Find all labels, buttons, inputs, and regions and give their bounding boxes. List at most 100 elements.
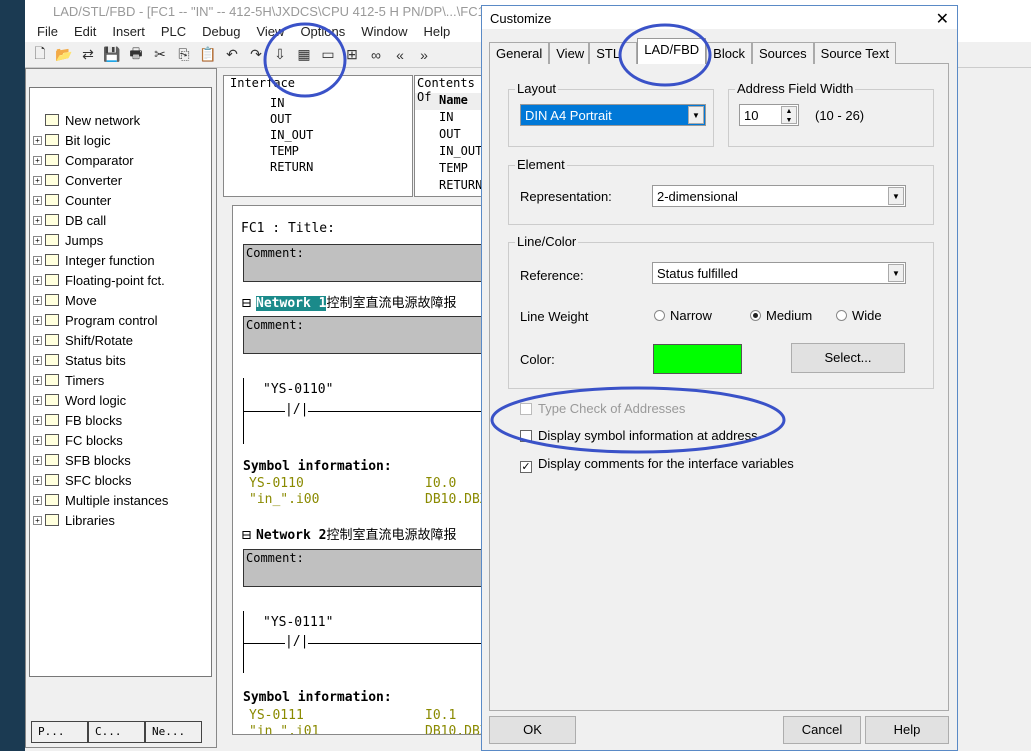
help-button[interactable]: Help [865,716,949,744]
display-comments-checkbox[interactable]: ✓ Display comments for the interface vari… [520,456,794,473]
tab-lad-fbd[interactable]: LAD/FBD [637,38,707,64]
tree-item[interactable]: + DB call [30,210,211,230]
contact-symbol[interactable]: "YS-0110" [263,382,333,397]
menu-edit[interactable]: Edit [66,22,104,42]
network-1-label[interactable]: Network 1 [256,296,327,311]
tab-source-text[interactable]: Source Text [813,42,897,64]
tab-call-structure[interactable]: C... [88,721,145,743]
tab-sources[interactable]: Sources [751,42,814,64]
tree-item[interactable]: New network [30,110,211,130]
paste-icon[interactable]: 📋 [199,46,217,63]
print-icon[interactable]: 🖶 [127,43,145,67]
tree-item[interactable]: + Program control [30,310,211,330]
tree-item[interactable]: + Multiple instances [30,490,211,510]
expand-icon[interactable]: + [33,235,42,245]
expand-icon[interactable]: + [33,175,42,185]
glasses-icon[interactable]: ∞ [367,47,385,63]
expand-icon[interactable]: + [33,195,42,205]
network-icon[interactable]: ⇄ [79,46,97,63]
interface-temp[interactable]: TEMP [230,144,412,160]
expand-icon[interactable]: + [33,255,42,265]
cut-icon[interactable]: ✂ [151,46,169,63]
collapse-icon[interactable]: ⊟ [241,296,256,311]
representation-dropdown[interactable]: 2-dimensional ▼ [652,185,906,207]
nc-contact-icon[interactable]: |/| [285,634,309,649]
tab-block[interactable]: Block [706,42,752,64]
menu-help[interactable]: Help [416,22,459,42]
chevron-down-icon[interactable]: ▼ [888,264,904,282]
layout-dropdown[interactable]: DIN A4 Portrait ▼ [520,104,706,126]
interface-out[interactable]: OUT [230,112,412,128]
interface-root[interactable]: Interface [230,76,412,92]
expand-icon[interactable]: + [33,335,42,345]
tree-item[interactable]: + Status bits [30,350,211,370]
tab-stl[interactable]: STL [589,42,638,64]
address-width-spinner[interactable]: 10 ▲ ▼ [739,104,799,126]
save-icon[interactable]: 💾 [103,46,121,63]
expand-icon[interactable]: + [33,375,42,385]
tab-program-elements[interactable]: P... [31,721,88,743]
menu-insert[interactable]: Insert [104,22,153,42]
chevron-down-icon[interactable]: ▼ [888,187,904,205]
code-editor[interactable]: FC1 : Title: Comment: ⊟ Network 1控制室直流电源… [232,205,492,735]
radio-wide[interactable]: Wide [836,308,882,323]
expand-icon[interactable]: + [33,495,42,505]
radio-medium[interactable]: Medium [750,308,812,323]
ok-button[interactable]: OK [489,716,576,744]
reference-dropdown[interactable]: Status fulfilled ▼ [652,262,906,284]
expand-icon[interactable]: + [33,155,42,165]
block-comment[interactable]: Comment: [243,244,491,282]
interface-return[interactable]: RETURN [230,160,412,176]
prev-icon[interactable]: « [391,47,409,63]
tree-item[interactable]: + Converter [30,170,211,190]
tree-item[interactable]: + FC blocks [30,430,211,450]
menu-file[interactable]: File [29,22,66,42]
display-symbol-info-checkbox[interactable]: Display symbol information at address [520,428,758,443]
tree-item[interactable]: + Floating-point fct. [30,270,211,290]
copy-icon[interactable]: ⎘ [175,46,193,63]
close-icon[interactable]: ✕ [936,9,949,29]
expand-icon[interactable]: + [33,455,42,465]
menu-options[interactable]: Options [292,22,353,42]
new-icon[interactable]: 🗋 [31,43,49,67]
expand-icon[interactable]: + [33,395,42,405]
tree-item[interactable]: + Move [30,290,211,310]
tab-general[interactable]: General [489,42,550,64]
network-1-comment[interactable]: Comment: [243,316,491,354]
tab-view[interactable]: View [549,42,590,64]
nodes-icon[interactable]: ⊞ [343,46,361,63]
tree-item[interactable]: + Comparator [30,150,211,170]
undo-icon[interactable]: ↶ [223,46,241,63]
tab-networks[interactable]: Ne... [145,721,202,743]
tree-item[interactable]: + Integer function [30,250,211,270]
tree-item[interactable]: + Bit logic [30,130,211,150]
tree-item[interactable]: + Word logic [30,390,211,410]
monitor-icon[interactable]: ▦ [295,46,313,63]
tree-item[interactable]: + Jumps [30,230,211,250]
menu-debug[interactable]: Debug [194,22,248,42]
menu-view[interactable]: View [248,22,292,42]
expand-icon[interactable]: + [33,415,42,425]
cancel-button[interactable]: Cancel [783,716,861,744]
tree-item[interactable]: + Shift/Rotate [30,330,211,350]
type-check-checkbox[interactable]: Type Check of Addresses [520,401,685,416]
interface-in-out[interactable]: IN_OUT [230,128,412,144]
expand-icon[interactable]: + [33,135,42,145]
menu-plc[interactable]: PLC [153,22,194,42]
tree-item[interactable]: + Timers [30,370,211,390]
spin-arrows-icon[interactable]: ▲ ▼ [781,106,797,124]
select-color-button[interactable]: Select... [791,343,905,373]
tree-item[interactable]: + Counter [30,190,211,210]
contact-symbol[interactable]: "YS-0111" [263,615,333,630]
tree-item[interactable]: + Libraries [30,510,211,530]
expand-icon[interactable]: + [33,215,42,225]
expand-icon[interactable]: + [33,275,42,285]
nc-contact-icon[interactable]: |/| [285,402,309,417]
expand-icon[interactable]: + [33,515,42,525]
network-2-label[interactable]: Network 2 [256,528,326,543]
expand-icon[interactable]: + [33,475,42,485]
tree-item[interactable]: + FB blocks [30,410,211,430]
expand-icon[interactable]: + [33,355,42,365]
overview-icon[interactable]: ▭ [319,46,337,63]
menu-window[interactable]: Window [353,22,415,42]
